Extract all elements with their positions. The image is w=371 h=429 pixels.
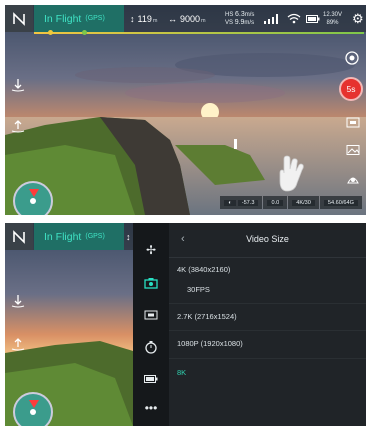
- altitude-unit: m: [152, 17, 158, 24]
- hs-label: HS: [225, 11, 234, 18]
- more-icon[interactable]: •••: [133, 401, 169, 415]
- altitude-icon: ↕: [130, 13, 135, 24]
- flight-status: In Flight (GPS): [34, 5, 124, 32]
- divider: [169, 330, 366, 331]
- option-8k[interactable]: 8K: [177, 368, 186, 377]
- distance-value: 9000: [180, 13, 201, 24]
- gallery-icon[interactable]: [346, 144, 360, 159]
- battery-mode-icon[interactable]: [133, 373, 169, 387]
- status-bar: In Flight (GPS) ↕ 119 m ↔ 9000 m HS 6.3m…: [5, 5, 366, 32]
- camera-feed-background: [5, 5, 366, 215]
- home-icon-2[interactable]: [5, 223, 33, 250]
- option-30fps[interactable]: 30FPS: [187, 285, 210, 294]
- radar-compass: [13, 181, 53, 215]
- fan-icon[interactable]: ✢: [133, 243, 169, 257]
- battery-icon: [306, 5, 320, 32]
- cam-settings-icon[interactable]: [346, 172, 360, 189]
- wifi-icon: [287, 5, 301, 32]
- battery-readout: 12.30V 89%: [323, 5, 342, 32]
- panel-header: ‹ Video Size: [169, 223, 366, 258]
- photo-mode-icon[interactable]: [346, 116, 360, 131]
- takeoff-icon[interactable]: [10, 77, 26, 96]
- timer-icon[interactable]: [133, 340, 169, 357]
- option-2-7k[interactable]: 2.7K (2716x1524): [177, 312, 237, 321]
- storage-param[interactable]: 54.60/64G: [319, 196, 362, 209]
- takeoff-icon-2[interactable]: [10, 293, 26, 312]
- voltage-value: 12.30V: [323, 11, 343, 18]
- option-1080p[interactable]: 1080P (1920x1080): [177, 339, 243, 348]
- settings-icon[interactable]: ⚙: [352, 5, 364, 32]
- vs-unit: m/s: [244, 19, 255, 26]
- ev-param[interactable]: ◐ -57.3: [220, 196, 263, 209]
- camera-params-bar: ◐ -57.3 0.0 4K/30 54.60/64G: [220, 196, 362, 209]
- option-4k[interactable]: 4K (3840x2160): [177, 265, 230, 274]
- land-icon[interactable]: [10, 118, 26, 137]
- camera-icon[interactable]: [133, 277, 169, 292]
- distance-readout: ↔ 9000 m: [168, 5, 206, 32]
- flight-mode-label: In Flight: [44, 12, 82, 25]
- record-button[interactable]: 5s: [339, 77, 363, 101]
- settings-screen: In Flight (GPS) ↕ ✢ ••• ‹ Video Size 4K …: [5, 223, 366, 426]
- status-bar-2: In Flight (GPS) ↕: [5, 223, 133, 250]
- hs-unit: m/s: [244, 11, 255, 18]
- settings-toolbar: ✢ •••: [133, 223, 169, 426]
- gps-label-2: (GPS): [85, 233, 105, 240]
- video-size-panel: ‹ Video Size 4K (3840x2160) 30FPS 2.7K (…: [169, 223, 366, 426]
- hand-gesture-icon[interactable]: [277, 155, 305, 196]
- resolution-param[interactable]: 4K/30: [288, 196, 319, 209]
- image-icon[interactable]: [133, 309, 169, 324]
- camera-switch-icon[interactable]: [344, 50, 360, 69]
- speed-readout: HS 6.3m/s VS 9.9m/s: [225, 5, 254, 32]
- vs-label: VS: [225, 19, 234, 26]
- land-icon-2[interactable]: [10, 336, 26, 355]
- record-timer: 5s: [346, 84, 356, 94]
- panel-title: Video Size: [246, 234, 289, 244]
- battery-percent: 89%: [326, 19, 339, 26]
- flight-progress-bar: [34, 30, 364, 35]
- altitude-icon-2: ↕: [126, 231, 131, 242]
- divider: [169, 358, 366, 359]
- radar-compass-2: [13, 392, 53, 426]
- altitude-readout: ↕ 119 m: [130, 5, 157, 32]
- divider: [169, 303, 366, 304]
- vs-value: 9.9: [234, 18, 245, 26]
- hs-value: 6.3: [235, 10, 245, 18]
- flight-mode-label-2: In Flight: [44, 230, 82, 243]
- distance-unit: m: [201, 17, 206, 24]
- home-icon[interactable]: [5, 5, 33, 32]
- flight-status-2: In Flight (GPS): [34, 223, 124, 250]
- altitude-value: 119: [137, 13, 152, 24]
- flight-view-screen: In Flight (GPS) ↕ 119 m ↔ 9000 m HS 6.3m…: [5, 5, 366, 215]
- iso-param[interactable]: 0.0: [263, 196, 288, 209]
- signal-icon: [263, 5, 281, 32]
- distance-icon: ↔: [168, 13, 177, 24]
- gps-label: (GPS): [85, 15, 105, 22]
